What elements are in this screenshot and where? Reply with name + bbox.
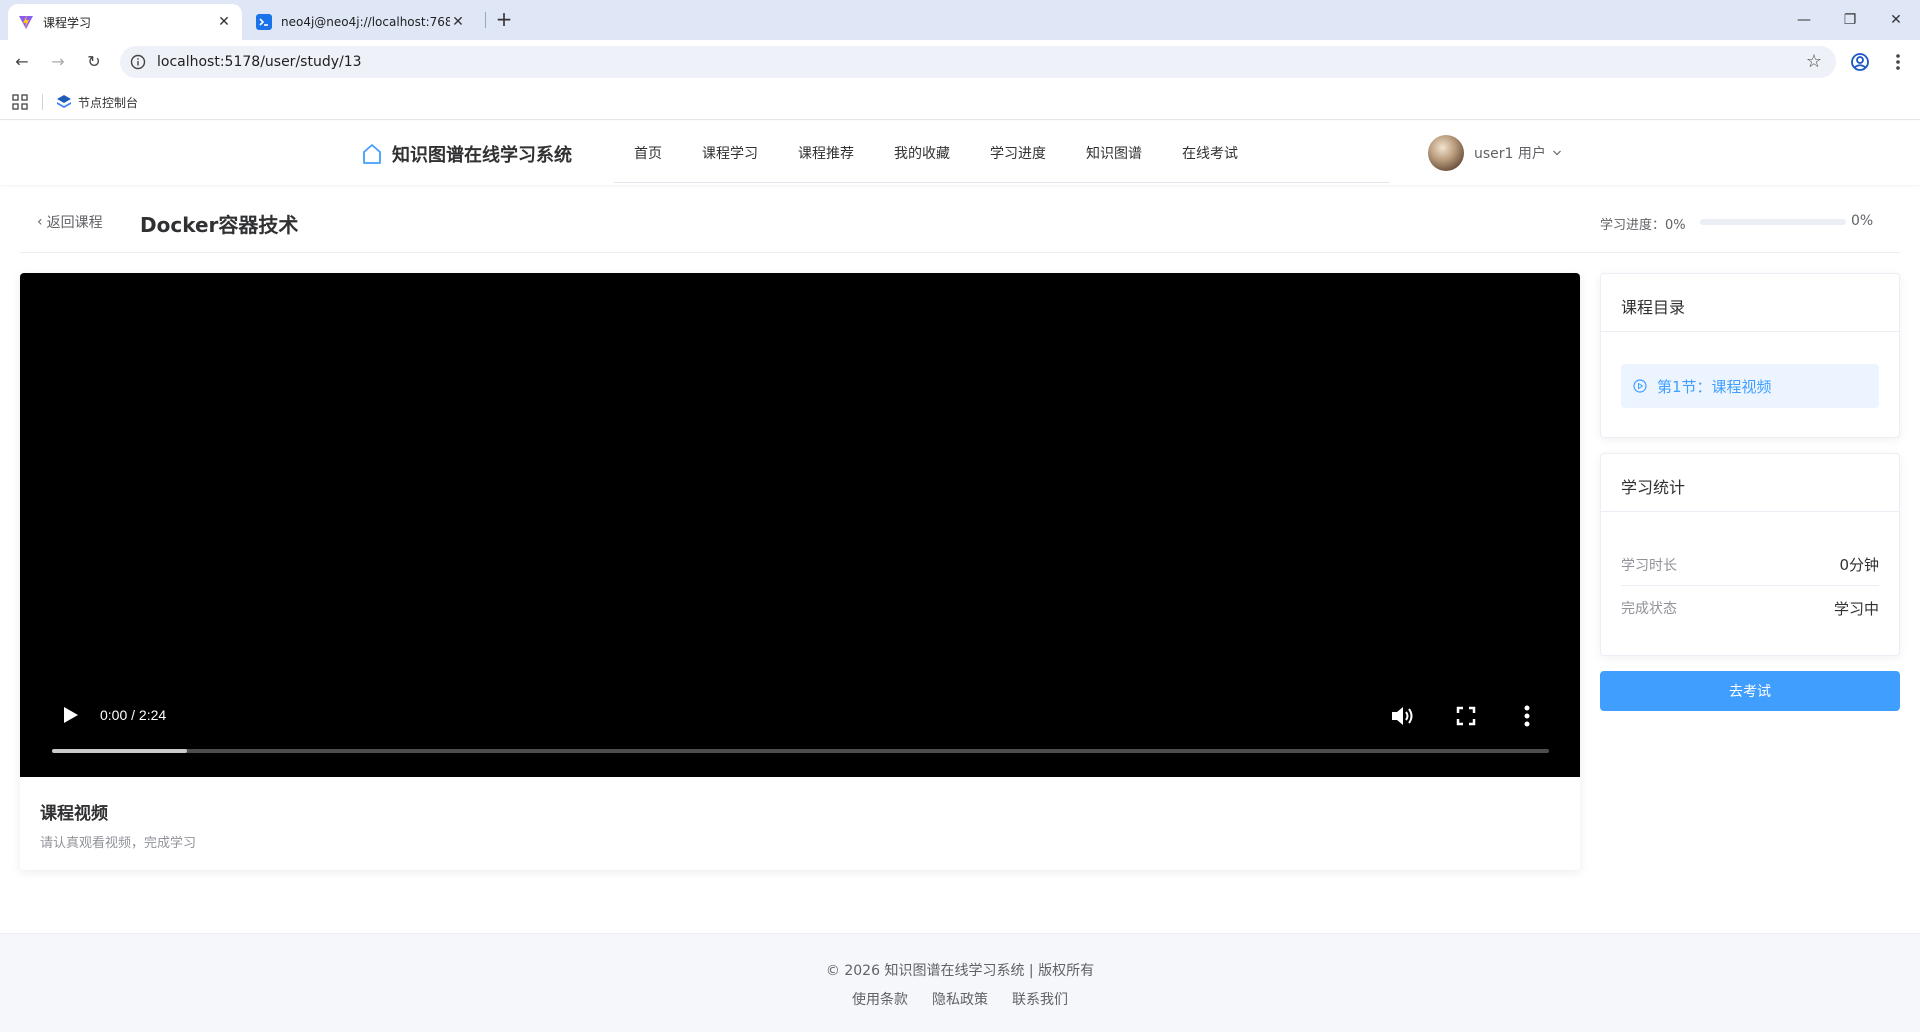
nav-favorites[interactable]: 我的收藏 xyxy=(894,143,950,163)
brand[interactable]: 知识图谱在线学习系统 xyxy=(360,141,572,167)
nav-home[interactable]: 首页 xyxy=(634,143,662,163)
url-text: localhost:5178/user/study/13 xyxy=(157,54,362,70)
footer-links: 使用条款 隐私政策 联系我们 xyxy=(0,989,1920,1009)
chevron-left-icon: ‹ xyxy=(37,214,43,230)
browser-tab-bar: 课程学习 ✕ neo4j@neo4j://localhost:768 ✕ + —… xyxy=(0,0,1920,40)
video-card: 0:00 / 2:24 课程视频 请认真观看视频，完成学习 xyxy=(20,273,1580,870)
reload-icon[interactable]: ↻ xyxy=(82,50,106,74)
stat-row-duration: 学习时长 0分钟 xyxy=(1621,544,1879,586)
progress-label: 学习进度：0% xyxy=(1600,218,1686,233)
kebab-menu-icon[interactable] xyxy=(1886,50,1910,74)
video-buffered xyxy=(52,749,187,753)
chevron-down-icon xyxy=(1552,150,1561,156)
user-name: user1 用户 xyxy=(1474,146,1546,162)
take-exam-button[interactable]: 去考试 xyxy=(1600,671,1900,711)
close-icon[interactable]: ✕ xyxy=(216,14,232,30)
bookmark-item[interactable]: 节点控制台 xyxy=(56,92,138,112)
browser-tab-inactive[interactable]: neo4j@neo4j://localhost:768 ✕ xyxy=(246,4,476,40)
stat-label: 完成状态 xyxy=(1621,601,1677,617)
progress-bar xyxy=(1700,219,1846,225)
nav-knowledge-graph[interactable]: 知识图谱 xyxy=(1086,143,1142,163)
profile-icon[interactable] xyxy=(1848,50,1872,74)
nav-course-recommend[interactable]: 课程推荐 xyxy=(798,143,854,163)
restore-icon[interactable]: ❐ xyxy=(1836,8,1864,32)
stat-value: 0分钟 xyxy=(1839,556,1879,574)
app-header: 知识图谱在线学习系统 首页 课程学习 课程推荐 我的收藏 学习进度 知识图谱 在… xyxy=(0,121,1920,185)
footer-link-privacy[interactable]: 隐私政策 xyxy=(932,989,988,1009)
plus-icon[interactable]: + xyxy=(492,8,516,32)
bookmarks-bar: 节点控制台 xyxy=(0,84,1920,120)
tab-title: 课程学习 xyxy=(43,15,92,30)
study-header: ‹ 返回课程 Docker容器技术 学习进度：0% 0% xyxy=(20,185,1900,253)
toc-title: 课程目录 xyxy=(1601,274,1899,332)
nav-progress[interactable]: 学习进度 xyxy=(990,143,1046,163)
user-menu[interactable]: user1 用户 xyxy=(1428,135,1562,171)
video-player[interactable]: 0:00 / 2:24 xyxy=(20,273,1580,777)
tab-divider xyxy=(485,12,486,28)
forward-arrow-icon[interactable]: → xyxy=(46,50,70,74)
progress-value: 0% xyxy=(1851,213,1874,229)
terminal-icon xyxy=(256,14,272,30)
course-toc-card: 课程目录 第1节：课程视频 xyxy=(1600,273,1900,438)
star-icon[interactable]: ☆ xyxy=(1806,51,1822,72)
fullscreen-icon[interactable] xyxy=(1456,706,1476,726)
stat-value: 学习中 xyxy=(1833,599,1879,618)
study-stats-card: 学习统计 学习时长 0分钟 完成状态 学习中 xyxy=(1600,453,1900,656)
play-circle-icon xyxy=(1633,379,1647,393)
play-icon[interactable] xyxy=(60,705,80,725)
chapter-label: 第1节：课程视频 xyxy=(1657,377,1772,396)
back-arrow-icon[interactable]: ← xyxy=(10,50,34,74)
close-icon[interactable]: ✕ xyxy=(450,14,466,30)
stat-row-status: 完成状态 学习中 xyxy=(1621,587,1879,629)
nav-online-exam[interactable]: 在线考试 xyxy=(1182,143,1238,163)
tab-title: neo4j@neo4j://localhost:768 xyxy=(281,15,450,29)
browser-tab-active[interactable]: 课程学习 ✕ xyxy=(8,4,242,40)
bookmark-separator xyxy=(42,94,43,110)
volume-icon[interactable] xyxy=(1390,704,1416,728)
video-title: 课程视频 xyxy=(40,804,108,824)
video-seek-bar[interactable] xyxy=(52,749,1549,753)
video-time: 0:00 / 2:24 xyxy=(100,707,167,723)
brand-name: 知识图谱在线学习系统 xyxy=(392,145,572,166)
vite-logo-icon xyxy=(19,15,33,29)
main-nav: 首页 课程学习 课程推荐 我的收藏 学习进度 知识图谱 在线考试 xyxy=(614,121,1390,183)
layers-icon xyxy=(57,95,71,108)
info-icon xyxy=(130,54,146,70)
kebab-menu-icon[interactable] xyxy=(1524,704,1530,728)
video-description: 请认真观看视频，完成学习 xyxy=(40,836,197,851)
avatar xyxy=(1428,135,1464,171)
minimize-icon[interactable]: — xyxy=(1790,8,1818,32)
bookmark-label: 节点控制台 xyxy=(78,95,139,110)
chapter-item[interactable]: 第1节：课程视频 xyxy=(1621,364,1879,408)
home-icon xyxy=(363,144,381,164)
footer: © 2026 知识图谱在线学习系统 | 版权所有 使用条款 隐私政策 联系我们 xyxy=(0,933,1920,1032)
nav-course-study[interactable]: 课程学习 xyxy=(702,143,758,163)
footer-link-terms[interactable]: 使用条款 xyxy=(852,989,908,1009)
footer-link-contact[interactable]: 联系我们 xyxy=(1012,989,1068,1009)
apps-grid-icon[interactable] xyxy=(12,94,28,110)
close-icon[interactable]: ✕ xyxy=(1882,8,1910,32)
stats-title: 学习统计 xyxy=(1601,454,1899,512)
stat-label: 学习时长 xyxy=(1621,557,1677,574)
back-to-course-link[interactable]: ‹ 返回课程 xyxy=(37,212,103,232)
course-title: Docker容器技术 xyxy=(140,213,299,237)
browser-toolbar: ← → ↻ localhost:5178/user/study/13 ☆ xyxy=(0,40,1920,84)
copyright: © 2026 知识图谱在线学习系统 | 版权所有 xyxy=(825,963,1095,979)
back-label: 返回课程 xyxy=(46,215,103,231)
address-bar[interactable]: localhost:5178/user/study/13 ☆ xyxy=(120,46,1836,78)
